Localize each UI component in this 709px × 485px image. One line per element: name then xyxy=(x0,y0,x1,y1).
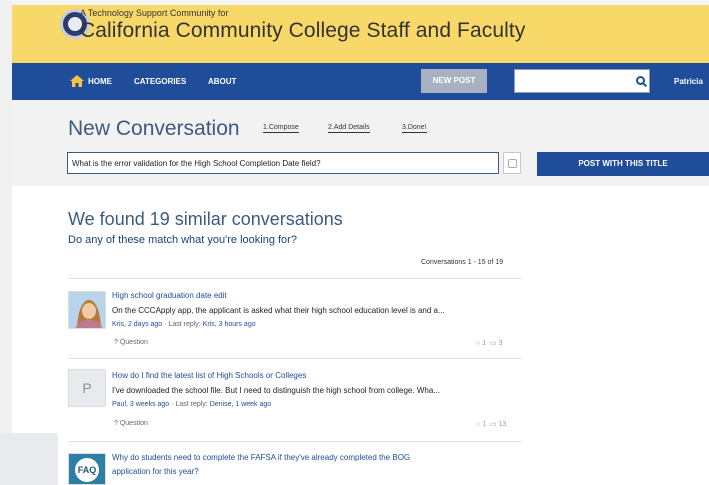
conversation-title-link[interactable]: Why do students need to complete the FAF… xyxy=(112,453,410,462)
reply-icon: ▭ xyxy=(489,340,497,347)
conversation-title-link-continued[interactable]: application for this year? xyxy=(112,467,199,476)
vote-count: 1 xyxy=(482,421,487,428)
last-reply-label: Last reply: xyxy=(175,401,208,408)
results-heading: We found 19 similar conversations xyxy=(68,209,343,229)
search-input[interactable] xyxy=(514,69,650,93)
page-frame-bottom xyxy=(0,433,58,485)
clear-icon xyxy=(508,159,517,168)
person-avatar-image xyxy=(69,292,105,328)
results-count: Conversations 1 - 15 of 19 xyxy=(421,259,504,266)
page-title: New Conversation xyxy=(68,117,240,140)
conversation-title-link[interactable]: High school graduation date edit xyxy=(112,291,227,300)
nav-about-link[interactable]: ABOUT xyxy=(208,77,236,86)
clear-title-button[interactable] xyxy=(503,152,521,174)
site-title[interactable]: California Community College Staff and F… xyxy=(80,19,525,43)
vote-icon: ○ xyxy=(476,340,481,347)
site-tagline: A Technology Support Community for xyxy=(80,8,229,18)
new-post-button[interactable]: NEW POST xyxy=(421,69,487,93)
type-label: Question xyxy=(119,420,148,427)
type-label: Question xyxy=(119,339,148,346)
step-done[interactable]: 3.Done! xyxy=(402,124,427,133)
last-reply-link[interactable]: Kris, 3 hours ago xyxy=(203,321,256,328)
reply-count: 13 xyxy=(498,421,507,428)
main-navbar: HOME CATEGORIES ABOUT NEW POST Patricia xyxy=(12,63,709,100)
divider xyxy=(68,278,522,279)
search-icon[interactable] xyxy=(636,76,645,85)
avatar[interactable] xyxy=(68,291,106,329)
conversation-type-badge: ? Question xyxy=(114,420,148,427)
faq-icon: FAQ xyxy=(75,458,99,482)
conversation-meta: Kris, 2 days ago · Last reply: Kris, 3 h… xyxy=(112,321,256,328)
conversation-type-badge: ? Question xyxy=(114,339,148,346)
conversation-title-input[interactable] xyxy=(67,152,499,174)
divider xyxy=(68,441,522,442)
last-reply-label: Last reply: xyxy=(168,321,201,328)
divider xyxy=(68,358,522,359)
results-subheading: Do any of these match what you're lookin… xyxy=(68,234,297,246)
author-link[interactable]: Kris, 2 days ago xyxy=(112,321,162,328)
avatar[interactable]: P xyxy=(68,369,106,407)
step-compose[interactable]: 1.Compose xyxy=(263,124,299,133)
post-with-title-button[interactable]: POST WITH THIS TITLE xyxy=(537,152,709,176)
conversation-meta: Paul, 3 weeks ago · Last reply: Denise, … xyxy=(112,401,271,408)
conversation-title-link[interactable]: How do I find the latest list of High Sc… xyxy=(112,371,306,380)
user-menu[interactable]: Patricia xyxy=(674,77,703,86)
avatar[interactable]: FAQ xyxy=(68,453,106,485)
conversation-snippet: I've downloaded the school file. But I n… xyxy=(112,386,440,395)
vote-icon: ○ xyxy=(476,421,481,428)
nav-categories-link[interactable]: CATEGORIES xyxy=(134,77,186,86)
step-add-details[interactable]: 2.Add Details xyxy=(328,124,370,133)
page-frame-left xyxy=(0,0,12,485)
conversation-stats: ○ 1 ▭ 3 xyxy=(476,339,502,347)
home-icon[interactable] xyxy=(70,75,84,87)
vote-count: 1 xyxy=(482,340,487,347)
conversation-stats: ○ 1 ▭ 13 xyxy=(476,420,506,428)
conversation-snippet: On the CCCApply app, the applicant is as… xyxy=(112,306,445,315)
nav-home-link[interactable]: HOME xyxy=(88,77,112,86)
author-link[interactable]: Paul, 3 weeks ago xyxy=(112,401,169,408)
reply-count: 3 xyxy=(498,340,503,347)
reply-icon: ▭ xyxy=(489,421,497,428)
last-reply-link[interactable]: Denise, 1 week ago xyxy=(210,401,271,408)
